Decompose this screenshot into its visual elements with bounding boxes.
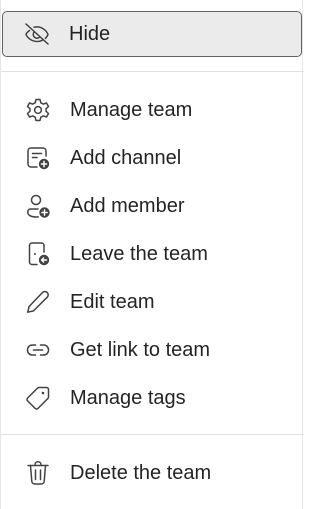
get-link-label: Get link to team [70, 339, 211, 361]
edit-team-label: Edit team [70, 291, 155, 313]
leave-door-icon [24, 240, 52, 268]
menu-divider [1, 71, 304, 72]
add-person-icon [24, 192, 52, 220]
tag-icon [24, 384, 52, 412]
edit-team-menu-item[interactable]: Edit team [3, 279, 301, 325]
delete-team-label: Delete the team [70, 462, 212, 484]
manage-team-menu-item[interactable]: Manage team [3, 87, 301, 133]
hide-label: Hide [69, 23, 111, 45]
add-channel-icon [24, 144, 52, 172]
get-link-menu-item[interactable]: Get link to team [3, 327, 301, 373]
hide-menu-item[interactable]: Hide [2, 11, 302, 57]
gear-icon [24, 96, 52, 124]
trash-icon [24, 459, 52, 487]
leave-team-label: Leave the team [70, 243, 208, 265]
add-channel-menu-item[interactable]: Add channel [3, 135, 301, 181]
link-icon [24, 336, 52, 364]
menu-divider [1, 434, 304, 435]
manage-tags-label: Manage tags [70, 387, 186, 409]
add-member-menu-item[interactable]: Add member [3, 183, 301, 229]
pencil-icon [24, 288, 52, 316]
eye-off-icon [23, 20, 51, 48]
manage-tags-menu-item[interactable]: Manage tags [3, 375, 301, 421]
add-channel-label: Add channel [70, 147, 182, 169]
delete-team-menu-item[interactable]: Delete the team [3, 450, 301, 496]
leave-team-menu-item[interactable]: Leave the team [3, 231, 301, 277]
manage-team-label: Manage team [70, 99, 193, 121]
add-member-label: Add member [70, 195, 185, 217]
team-context-menu: Hide Manage team Add channel Add member … [0, 0, 304, 509]
